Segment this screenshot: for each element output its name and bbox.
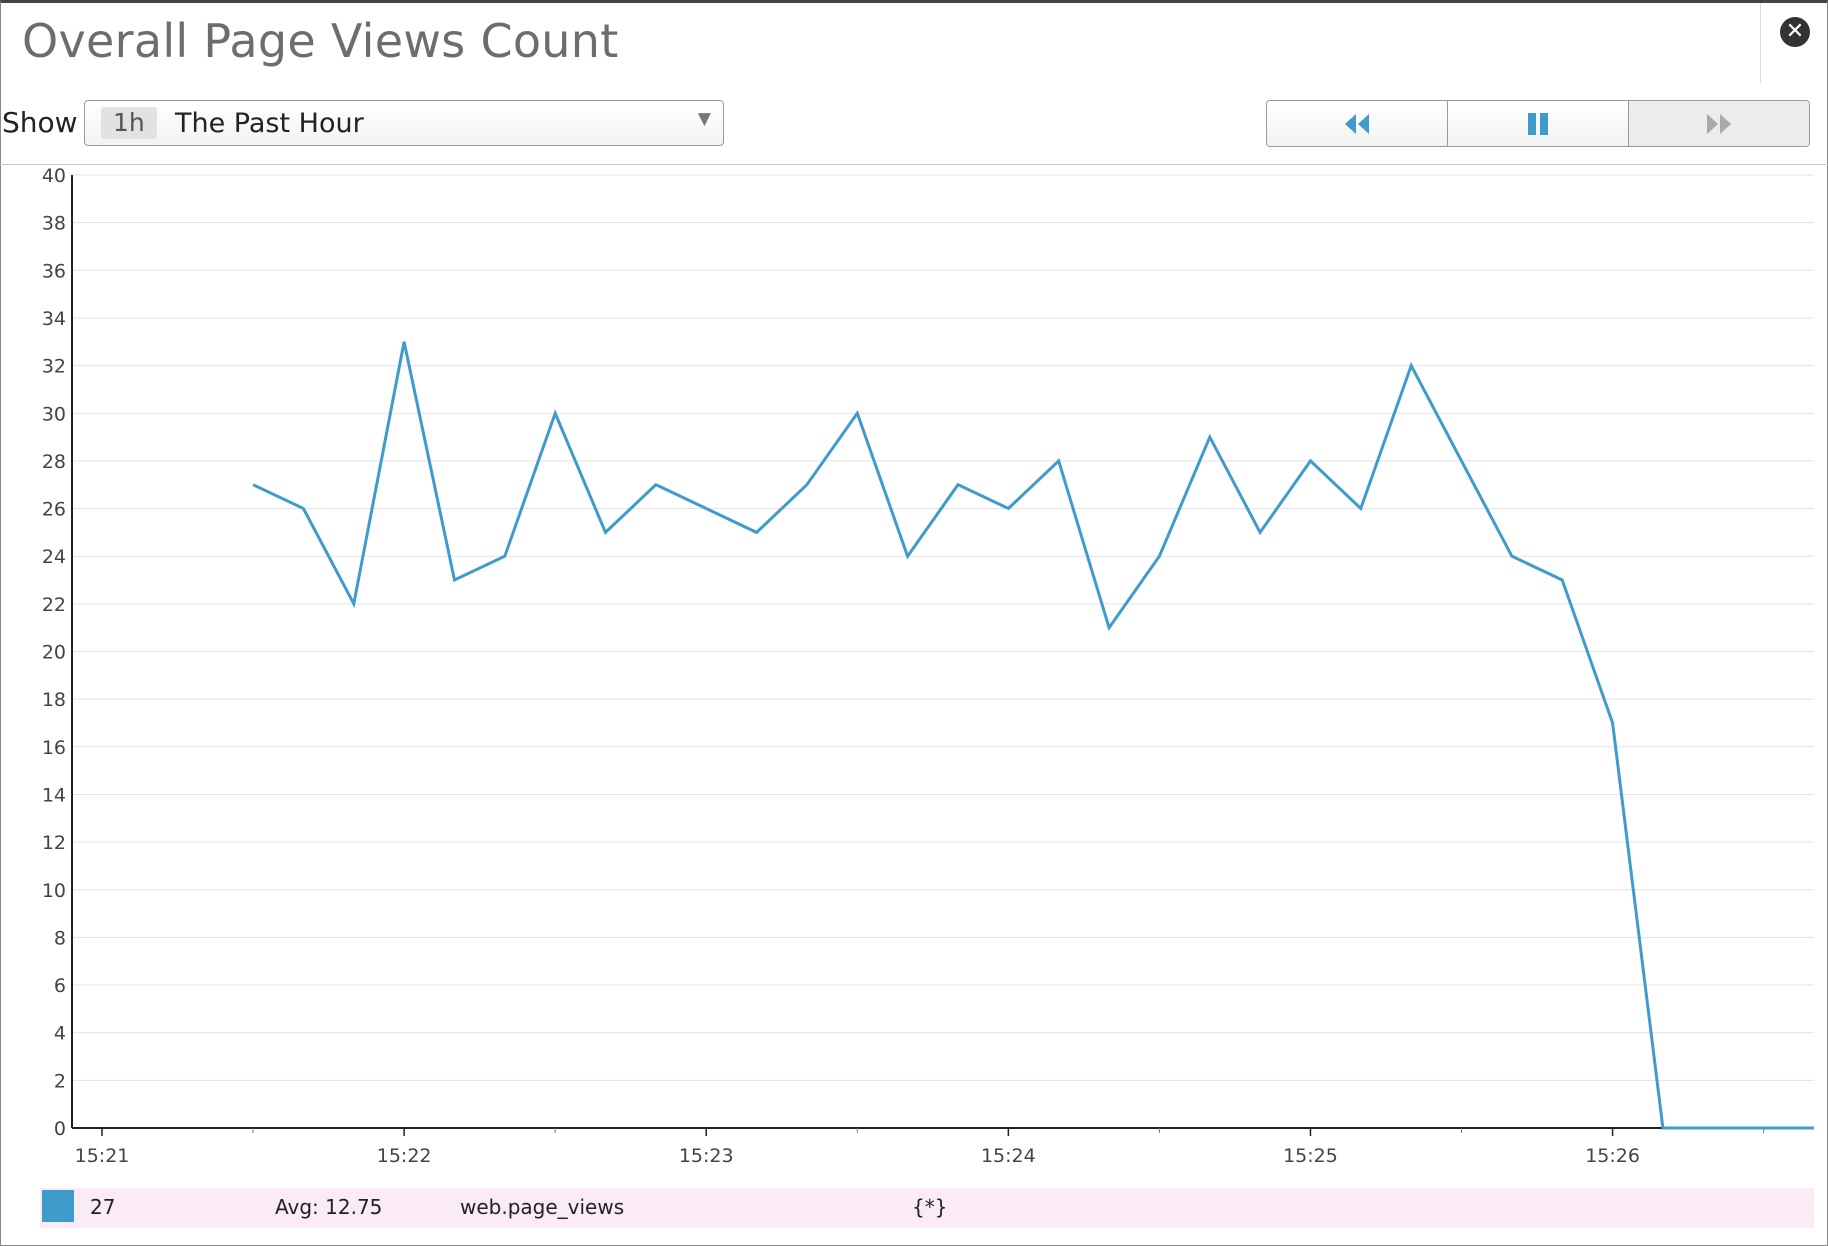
timeframe-value: The Past Hour bbox=[175, 108, 364, 139]
fast-forward-icon bbox=[1707, 113, 1731, 134]
y-tick-label: 36 bbox=[42, 260, 66, 282]
header-divider bbox=[1760, 3, 1761, 83]
x-tick-label: 15:24 bbox=[981, 1145, 1036, 1167]
x-tick-label: 15:25 bbox=[1283, 1145, 1338, 1167]
axes: 024681012141618202224262830323436384015:… bbox=[42, 165, 1814, 1167]
legend-average: Avg: 12.75 bbox=[275, 1195, 383, 1219]
y-tick-label: 10 bbox=[42, 880, 66, 902]
legend-value: 27 bbox=[90, 1195, 116, 1219]
y-tick-label: 34 bbox=[42, 308, 66, 330]
y-tick-label: 26 bbox=[42, 499, 66, 521]
close-icon[interactable]: ✕ bbox=[1780, 17, 1810, 47]
legend-scope: {*} bbox=[912, 1195, 948, 1219]
y-tick-label: 30 bbox=[42, 403, 66, 425]
widget-title: Overall Page Views Count bbox=[22, 14, 619, 68]
y-tick-label: 24 bbox=[42, 546, 66, 568]
y-tick-label: 0 bbox=[54, 1118, 66, 1140]
y-tick-label: 16 bbox=[42, 737, 66, 759]
rewind-icon bbox=[1345, 113, 1369, 134]
series-line-web-page-views[interactable] bbox=[252, 341, 1814, 1130]
legend-metric-name: web.page_views bbox=[460, 1195, 625, 1219]
y-tick-label: 8 bbox=[54, 927, 66, 949]
y-tick-label: 18 bbox=[42, 689, 66, 711]
rewind-button[interactable] bbox=[1267, 101, 1447, 146]
y-tick-label: 38 bbox=[42, 213, 66, 235]
y-tick-label: 20 bbox=[42, 642, 66, 664]
series-lines bbox=[252, 341, 1814, 1130]
y-tick-label: 14 bbox=[42, 784, 66, 806]
y-tick-label: 12 bbox=[42, 832, 66, 854]
pause-button[interactable] bbox=[1447, 101, 1628, 146]
timeframe-select[interactable]: 1h The Past Hour ▼ bbox=[84, 100, 724, 146]
x-tick-label: 15:26 bbox=[1585, 1145, 1640, 1167]
legend-row[interactable]: 27 Avg: 12.75 web.page_views {*} bbox=[40, 1188, 1814, 1228]
grid-lines bbox=[72, 174, 1814, 1129]
y-tick-label: 2 bbox=[54, 1070, 66, 1092]
fast-forward-button[interactable] bbox=[1628, 101, 1809, 146]
y-tick-label: 22 bbox=[42, 594, 66, 616]
y-tick-label: 32 bbox=[42, 356, 66, 378]
y-tick-label: 40 bbox=[42, 165, 66, 187]
x-tick-label: 15:22 bbox=[377, 1145, 432, 1167]
show-label: Show bbox=[2, 106, 78, 139]
pause-icon bbox=[1528, 112, 1548, 135]
x-tick-label: 15:23 bbox=[679, 1145, 734, 1167]
x-tick-label: 15:21 bbox=[75, 1145, 130, 1167]
timeframe-badge: 1h bbox=[101, 107, 157, 139]
legend-swatch bbox=[42, 1190, 74, 1222]
y-tick-label: 4 bbox=[54, 1023, 66, 1045]
y-tick-label: 28 bbox=[42, 451, 66, 473]
chart-plot: 024681012141618202224262830323436384015:… bbox=[42, 165, 1814, 1167]
widget-header: Overall Page Views Count ✕ Show 1h The P… bbox=[0, 0, 1828, 165]
y-tick-label: 6 bbox=[54, 975, 66, 997]
playback-controls bbox=[1266, 100, 1810, 147]
chevron-down-icon: ▼ bbox=[697, 109, 711, 129]
